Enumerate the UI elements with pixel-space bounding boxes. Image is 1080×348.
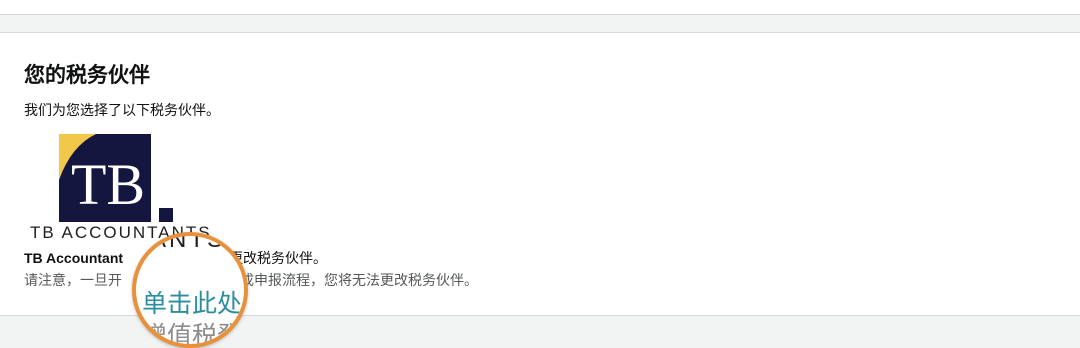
magnifier-callout: ANTS 单击此处 增值税登	[132, 232, 248, 348]
magnified-vat-text: 增值税登	[142, 322, 243, 348]
magnified-logo-text: ANTS	[150, 232, 227, 253]
tb-accountants-logo: TB TB ACCOUNTANTS	[30, 134, 210, 242]
change-note: 请注意，一旦开 成申报流程，您将无法更改税务伙伴。	[24, 270, 478, 290]
section-title: 您的税务伙伴	[24, 64, 150, 87]
click-here-link[interactable]: 单击此处	[142, 284, 242, 320]
note-prefix: 请注意，一旦开	[24, 272, 122, 288]
note-suffix: 成申报流程，您将无法更改税务伙伴。	[240, 272, 478, 288]
top-panel-edge	[0, 0, 1080, 15]
logo-monogram: TB	[71, 152, 145, 217]
logo-dot	[159, 208, 173, 222]
logo-divider	[151, 134, 155, 222]
partner-name: TB Accountant	[24, 250, 124, 266]
tax-partner-card: 您的税务伙伴 我们为您选择了以下税务伙伴。 TB TB ACCOUNTANTS …	[0, 32, 1080, 348]
section-description: 我们为您选择了以下税务伙伴。	[24, 102, 220, 118]
